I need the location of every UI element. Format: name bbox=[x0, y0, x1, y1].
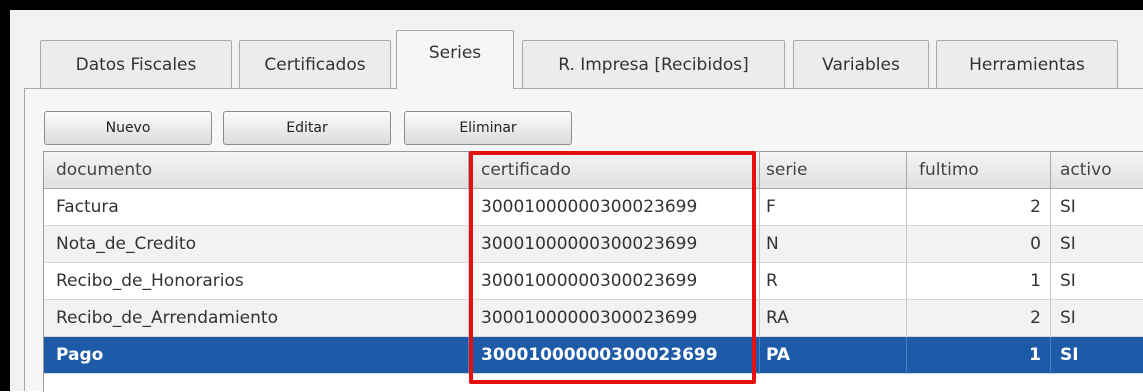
tab-certificados[interactable]: Certificados bbox=[239, 40, 391, 88]
table-row[interactable]: Factura 30001000000300023699 F 2 SI bbox=[44, 189, 1143, 226]
column-header-certificado[interactable]: certificado bbox=[469, 152, 760, 189]
new-button[interactable]: Nuevo bbox=[44, 111, 212, 145]
cell-documento: Nota_de_Credito bbox=[44, 226, 469, 263]
cell-certificado: 30001000000300023699 bbox=[469, 226, 760, 263]
tab-r-impresa-recibidos[interactable]: R. Impresa [Recibidos] bbox=[522, 40, 785, 88]
series-table[interactable]: documento certificado serie fultimo acti… bbox=[43, 151, 1143, 392]
edit-button[interactable]: Editar bbox=[223, 111, 391, 145]
column-header-serie[interactable]: serie bbox=[760, 152, 907, 189]
cell-activo: SI bbox=[1051, 337, 1143, 374]
cell-fultimo: 2 bbox=[907, 300, 1051, 337]
cell-fultimo: 1 bbox=[907, 263, 1051, 300]
cell-fultimo: 1 bbox=[907, 337, 1051, 374]
cell-activo: SI bbox=[1051, 263, 1143, 300]
column-header-fultimo[interactable]: fultimo bbox=[907, 152, 1051, 189]
cell-activo: SI bbox=[1051, 226, 1143, 263]
table-row[interactable]: Nota_de_Credito 30001000000300023699 N 0… bbox=[44, 226, 1143, 263]
cell-documento: Recibo_de_Honorarios bbox=[44, 263, 469, 300]
cell-activo: SI bbox=[1051, 300, 1143, 337]
table-row[interactable]: Recibo_de_Honorarios 3000100000030002369… bbox=[44, 263, 1143, 300]
cell-serie: N bbox=[760, 226, 907, 263]
table-header: documento certificado serie fultimo acti… bbox=[44, 152, 1143, 189]
cell-documento: Factura bbox=[44, 189, 469, 226]
column-header-documento[interactable]: documento bbox=[44, 152, 469, 189]
cell-serie: RA bbox=[760, 300, 907, 337]
cell-fultimo: 0 bbox=[907, 226, 1051, 263]
table-row-selected[interactable]: Pago 30001000000300023699 PA 1 SI bbox=[44, 337, 1143, 374]
cell-fultimo: 2 bbox=[907, 189, 1051, 226]
tab-bar-divider bbox=[24, 88, 1143, 89]
cell-documento: Pago bbox=[44, 337, 469, 374]
column-header-activo[interactable]: activo bbox=[1051, 152, 1143, 189]
tab-variables[interactable]: Variables bbox=[793, 40, 929, 88]
delete-button[interactable]: Eliminar bbox=[404, 111, 572, 145]
tab-herramientas[interactable]: Herramientas bbox=[936, 40, 1118, 88]
cell-serie: R bbox=[760, 263, 907, 300]
cell-certificado: 30001000000300023699 bbox=[469, 300, 760, 337]
cell-certificado: 30001000000300023699 bbox=[469, 189, 760, 226]
cell-certificado: 30001000000300023699 bbox=[469, 337, 760, 374]
tab-datos-fiscales[interactable]: Datos Fiscales bbox=[40, 40, 232, 88]
cell-serie: F bbox=[760, 189, 907, 226]
cell-certificado: 30001000000300023699 bbox=[469, 263, 760, 300]
cell-activo: SI bbox=[1051, 189, 1143, 226]
cell-serie: PA bbox=[760, 337, 907, 374]
table-row[interactable]: Recibo_de_Arrendamiento 3000100000030002… bbox=[44, 300, 1143, 337]
cell-documento: Recibo_de_Arrendamiento bbox=[44, 300, 469, 337]
tab-series[interactable]: Series bbox=[396, 30, 514, 89]
